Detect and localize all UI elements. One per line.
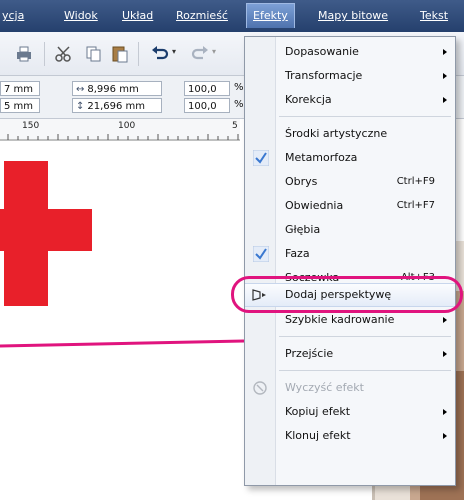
menu-separator — [279, 336, 451, 337]
menu-item-label: Kopiuj efekt — [285, 405, 351, 418]
cut-icon[interactable] — [54, 44, 74, 64]
menu-item-dodaj-perspektywe[interactable]: Dodaj perspektywę — [245, 283, 455, 307]
percent-w-label: % — [234, 82, 244, 93]
submenu-arrow-icon — [443, 49, 447, 55]
menu-tekst[interactable]: Tekst — [420, 9, 448, 22]
menu-item-label: Szybkie kadrowanie — [285, 313, 395, 326]
scale-height-field[interactable]: 100,0 — [184, 98, 230, 113]
checkmark-icon — [253, 246, 269, 262]
checkmark-icon — [253, 150, 269, 166]
menu-item-label: Przejście — [285, 347, 334, 360]
scale-width-field[interactable]: 100,0 — [184, 81, 230, 96]
menu-item-label: Obwiednia — [285, 199, 344, 212]
submenu-arrow-icon — [443, 73, 447, 79]
menu-bar: ycja Widok Układ Rozmieść Efekty Mapy bi… — [0, 0, 464, 32]
menu-item-label: Metamorfoza — [285, 151, 358, 164]
submenu-arrow-icon — [443, 97, 447, 103]
menu-item-transformacje[interactable]: Transformacje — [245, 65, 455, 87]
submenu-arrow-icon — [443, 351, 447, 357]
menu-separator — [279, 370, 451, 371]
menu-uklad[interactable]: Układ — [122, 9, 153, 22]
menu-item-shortcut: Ctrl+F7 — [396, 200, 435, 211]
menu-rozmiesc[interactable]: Rozmieść — [176, 9, 228, 22]
menu-item-label: Klonuj efekt — [285, 429, 351, 442]
percent-h-label: % — [234, 99, 244, 110]
menu-efekty[interactable]: Efekty — [246, 3, 295, 28]
menu-item-metamorfoza[interactable]: Metamorfoza — [245, 147, 455, 169]
menu-item-przejscie[interactable]: Przejście — [245, 343, 455, 365]
menu-widok[interactable]: Widok — [64, 9, 98, 22]
menu-item-kopiuj-efekt[interactable]: Kopiuj efekt — [245, 401, 455, 423]
horizontal-ruler[interactable]: 150 100 5 — [0, 119, 240, 142]
menu-item-shortcut: Ctrl+F9 — [396, 176, 435, 187]
redo-icon[interactable] — [190, 44, 210, 64]
redo-dropdown-icon[interactable]: ▾ — [212, 47, 216, 56]
print-icon[interactable] — [14, 44, 34, 64]
menu-item-glebia[interactable]: Głębia — [245, 219, 455, 241]
ruler-label-5: 5 — [232, 121, 238, 131]
submenu-arrow-icon — [443, 317, 447, 323]
effects-menu: Dopasowanie Transformacje Korekcja Środk… — [244, 36, 456, 486]
perspective-icon — [252, 289, 266, 301]
menu-item-label: Dopasowanie — [285, 45, 359, 58]
menu-item-obwiednia[interactable]: Obwiednia Ctrl+F7 — [245, 195, 455, 217]
undo-icon[interactable] — [150, 44, 170, 64]
menu-item-label: Dodaj perspektywę — [285, 288, 392, 301]
menu-item-klonuj-efekt[interactable]: Klonuj efekt — [245, 425, 455, 447]
clear-effect-icon — [253, 381, 267, 395]
height-icon: ↕ — [76, 101, 85, 112]
menu-item-label: Środki artystyczne — [285, 127, 388, 140]
menu-item-label: Korekcja — [285, 93, 332, 106]
menu-mapy-bitowe[interactable]: Mapy bitowe — [318, 9, 388, 22]
menu-item-szybkie-kadrowanie[interactable]: Szybkie kadrowanie — [245, 309, 455, 331]
submenu-arrow-icon — [443, 433, 447, 439]
menu-item-label: Faza — [285, 247, 310, 260]
menu-item-faza[interactable]: Faza — [245, 243, 455, 265]
menu-item-wyczysc-efekt: Wyczyść efekt — [245, 377, 455, 399]
ruler-label-150: 150 — [22, 121, 40, 131]
menu-item-label: Wyczyść efekt — [285, 381, 364, 394]
menu-item-srodki-artystyczne[interactable]: Środki artystyczne — [245, 123, 455, 145]
menu-item-label: Głębia — [285, 223, 321, 236]
y-position-field[interactable]: 5 mm — [0, 98, 40, 113]
copy-icon[interactable] — [84, 44, 104, 64]
ruler-label-100: 100 — [118, 121, 136, 131]
undo-dropdown-icon[interactable]: ▾ — [172, 47, 176, 56]
paste-icon[interactable] — [110, 44, 130, 64]
menu-item-korekcja[interactable]: Korekcja — [245, 89, 455, 111]
menu-item-obrys[interactable]: Obrys Ctrl+F9 — [245, 171, 455, 193]
menu-edycja[interactable]: ycja — [2, 9, 24, 22]
width-icon: ↔ — [76, 84, 85, 95]
object-width-field[interactable]: ↔ 8,996 mm — [72, 81, 162, 96]
object-height-field[interactable]: ↕ 21,696 mm — [72, 98, 162, 113]
menu-item-dopasowanie[interactable]: Dopasowanie — [245, 41, 455, 63]
x-position-field[interactable]: 7 mm — [0, 81, 40, 96]
menu-item-label: Transformacje — [285, 69, 363, 82]
menu-item-label: Obrys — [285, 175, 318, 188]
menu-separator — [279, 116, 451, 117]
submenu-arrow-icon — [443, 409, 447, 415]
